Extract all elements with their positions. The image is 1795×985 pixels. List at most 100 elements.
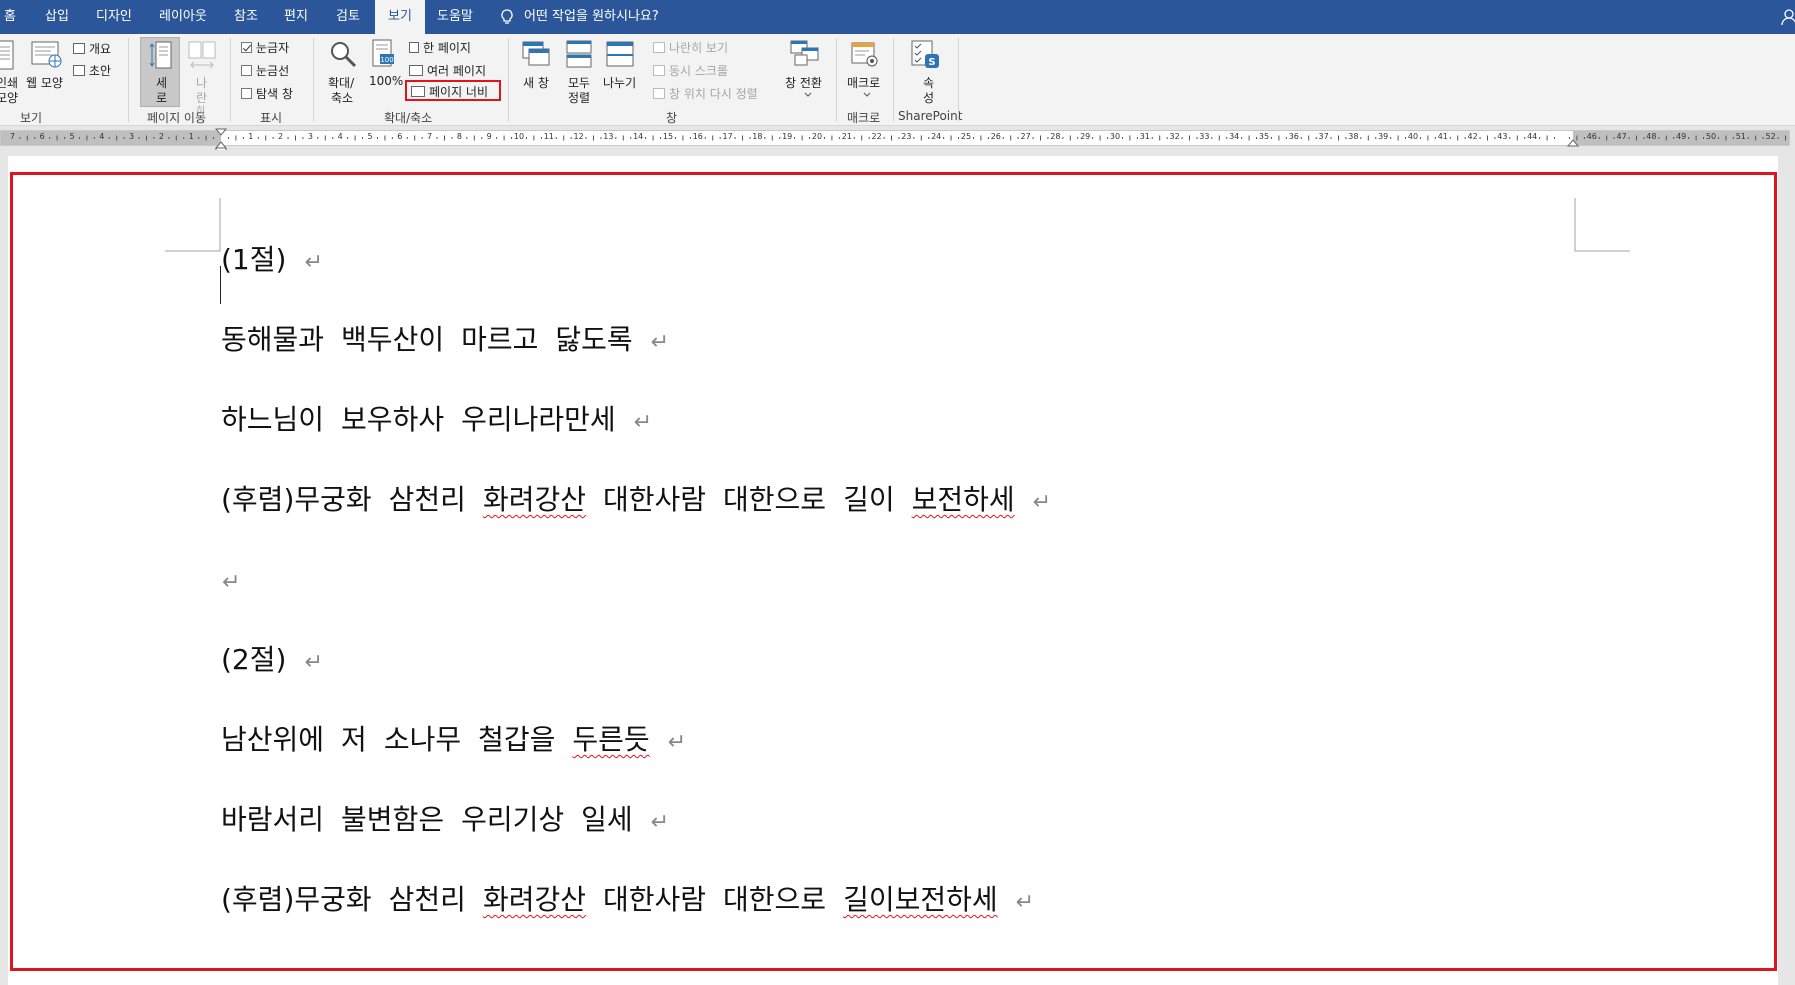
word: 철갑을 [478, 723, 556, 756]
sync-scrolling-label: 동시 스크롤 [653, 62, 728, 79]
ruler-number: 3 [307, 132, 313, 141]
gridlines-checkbox[interactable]: 눈금선 [241, 62, 289, 79]
misspelled-word: 보전하세 [911, 483, 1015, 516]
zoom-100-label: 100% [369, 74, 404, 88]
group-page-movement-label: 페이지 이동 [147, 111, 207, 125]
ruler-number: 3 [129, 132, 135, 141]
ruler-number: 7 [427, 132, 433, 141]
tab-references[interactable]: 참조 [234, 0, 258, 34]
user-icon[interactable] [1781, 8, 1795, 26]
tab-insert[interactable]: 삽입 [45, 0, 69, 34]
ruler-track[interactable]: 7 6 5 4 3 2 1 1 2 3 4 5 6 7 8 9 10 11 12 13 14 15 16 17 18 19 20 21… [0, 130, 1790, 146]
word: 대한으로 [723, 883, 827, 916]
word: 일세 [581, 803, 633, 836]
paragraph-mark-icon: ↵ [1032, 490, 1052, 515]
word: 삼천리 [388, 883, 466, 916]
paragraph-line[interactable]: (후렴)무궁화삼천리화려강산대한사람대한으로길이보전하세↵ [221, 482, 1051, 521]
word: 우리나라만세 [461, 403, 616, 436]
word: (후렴)무궁화 [221, 483, 372, 516]
vertical-pages-icon [149, 41, 172, 69]
ruler-number: 34 [1229, 132, 1240, 141]
ruler-number: 6 [39, 132, 45, 141]
zoom-label-2: 축소 [331, 91, 354, 105]
navigation-pane-check-icon [241, 88, 252, 99]
ruler-number: 32 [1169, 132, 1180, 141]
tab-help[interactable]: 도움말 [437, 0, 473, 34]
arrange-all-label-2: 정렬 [568, 91, 591, 105]
svg-text:100: 100 [380, 56, 393, 64]
ruler-number: 26 [990, 132, 1001, 141]
ruler-number: 15 [662, 132, 674, 141]
paragraph-line[interactable]: (2절) ↵ [221, 642, 323, 681]
tab-review[interactable]: 검토 [336, 0, 360, 34]
group-sharepoint-label: SharePoint [898, 109, 963, 123]
web-layout-label: 웹 모양 [26, 76, 63, 90]
print-layout-icon [0, 40, 14, 70]
ruler-number: 9 [486, 132, 492, 141]
divider [313, 38, 314, 122]
svg-text:S: S [928, 57, 935, 68]
tab-home[interactable]: 홈 [4, 0, 16, 34]
word: 소나무 [383, 723, 462, 756]
ruler-number: 2 [158, 132, 164, 141]
word: 바람서리 [221, 803, 325, 836]
ruler-number: 48 [1646, 132, 1657, 141]
ruler-number: 1 [248, 132, 254, 141]
multiple-pages-label: 여러 페이지 [409, 62, 486, 79]
ruler-number: 37 [1318, 132, 1329, 141]
horizontal-ruler[interactable]: 7 6 5 4 3 2 1 1 2 3 4 5 6 7 8 9 10 11 12 13 14 15 16 17 18 19 20 21… [0, 127, 1795, 149]
ruler-number: 38 [1348, 132, 1359, 141]
paragraph-line[interactable]: 하느님이 보우하사 우리나라만세 ↵ [221, 402, 652, 441]
word: 불변함은 [341, 803, 445, 836]
word: 하느님이 [221, 403, 325, 436]
sync-scrolling-icon [653, 65, 665, 76]
paragraph-mark-icon: ↵ [304, 650, 323, 675]
group-zoom-label: 확대/축소 [384, 111, 433, 125]
paragraph-line[interactable]: 바람서리 불변함은 우리기상 일세 ↵ [221, 802, 669, 841]
paragraph-line[interactable]: 남산위에 저 소나무 철갑을 두른듯 ↵ [221, 722, 686, 761]
properties-label-2: 성 [923, 91, 935, 105]
web-layout-icon [31, 41, 62, 68]
ruler-number: 13 [603, 132, 614, 141]
reset-position-label: 창 위치 다시 정렬 [653, 85, 758, 102]
properties-icon: S [911, 40, 939, 68]
outline-icon [73, 43, 85, 54]
page-width-highlight [405, 80, 501, 101]
multiple-pages-icon [409, 65, 423, 76]
ruler-number: 25 [960, 132, 972, 141]
vertical-label-2: 로 [156, 91, 168, 105]
vertical-button[interactable]: 세 로 [140, 37, 180, 107]
view-side-by-side-label: 나란히 보기 [653, 39, 728, 56]
paragraph-mark-icon: ↵ [304, 250, 323, 275]
ruler-number: 5 [367, 132, 373, 141]
ruler-number: 30 [1109, 132, 1121, 141]
paragraph-line[interactable]: (1절) ↵ [221, 242, 323, 281]
gridlines-check-icon [241, 65, 252, 76]
ruler-number: 47 [1616, 132, 1627, 141]
navigation-pane-checkbox[interactable]: 탐색 창 [241, 85, 293, 102]
tab-design[interactable]: 디자인 [96, 0, 132, 34]
ruler-number: 4 [99, 132, 105, 141]
misspelled-word: 길이보전하세 [843, 883, 998, 916]
navigation-pane-label: 탐색 창 [256, 87, 293, 101]
group-show-label: 표시 [260, 111, 283, 125]
tab-mailings[interactable]: 편지 [284, 0, 308, 34]
tab-view[interactable]: 보기 [375, 0, 425, 34]
divider [958, 38, 959, 122]
ruler-checkbox[interactable]: 눈금자 [241, 39, 289, 56]
paragraph-line[interactable]: 동해물과 백두산이 마르고 닳도록 ↵ [221, 322, 669, 361]
word: (2절) [221, 643, 287, 676]
paragraph-line[interactable]: (후렴)무궁화삼천리화려강산대한사람대한으로길이보전하세↵ [221, 882, 1034, 921]
word: 동해물과 [221, 323, 325, 356]
paragraph-mark-icon: ↵ [650, 330, 670, 355]
paragraph-line[interactable]: ↵ [221, 562, 240, 601]
ruler-number: 31 [1139, 132, 1150, 141]
tab-layout[interactable]: 레이아웃 [159, 0, 207, 34]
paragraph-mark-icon: ↵ [650, 810, 670, 835]
word: 보우하사 [341, 403, 445, 436]
word: (후렴)무궁화 [221, 883, 372, 916]
one-page-icon [409, 42, 419, 53]
group-window-label: 창 [666, 111, 678, 125]
macros-label: 매크로 [847, 76, 881, 90]
tell-me-search[interactable]: 어떤 작업을 원하시나요? [500, 0, 659, 34]
